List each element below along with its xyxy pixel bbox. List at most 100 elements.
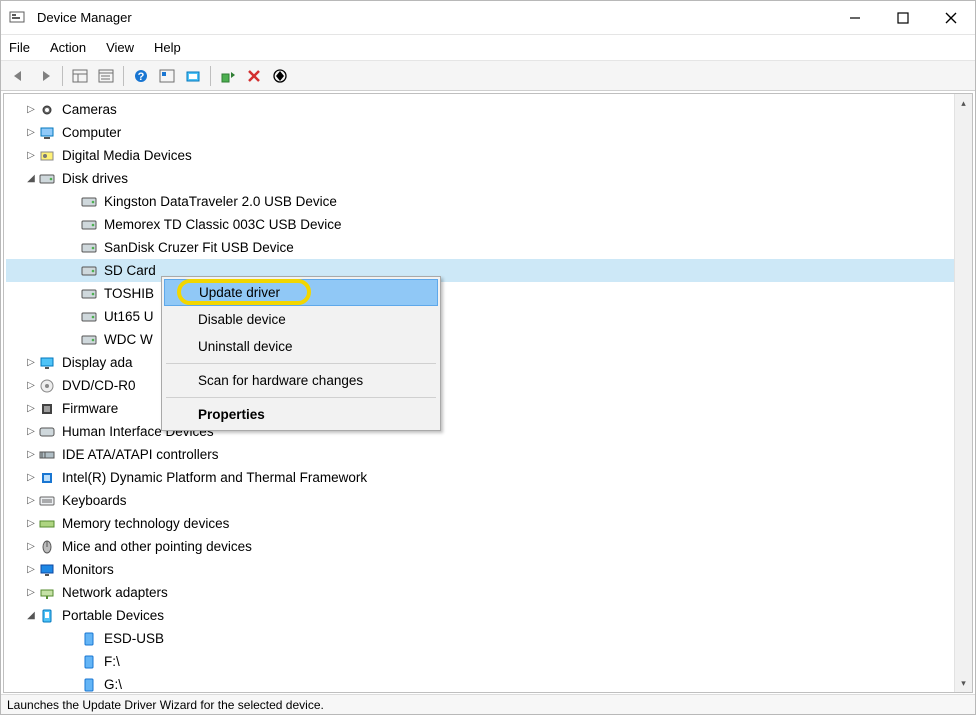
tree-item[interactable]: Ut165 U: [6, 305, 972, 328]
tree-item[interactable]: ▷Memory technology devices: [6, 512, 972, 535]
scan-button[interactable]: [181, 64, 205, 88]
maximize-button[interactable]: [879, 1, 927, 35]
tree-item[interactable]: ◢Portable Devices: [6, 604, 972, 627]
scroll-up-icon[interactable]: ▴: [955, 94, 972, 112]
update-driver-button[interactable]: [216, 64, 240, 88]
tree-item-label: Display ada: [62, 355, 141, 370]
device-icon: [38, 355, 56, 371]
tree-item[interactable]: TOSHIB: [6, 282, 972, 305]
context-menu: Update driver Disable device Uninstall d…: [161, 276, 441, 431]
tree-item[interactable]: ▷Firmware: [6, 397, 972, 420]
action-props-button[interactable]: [155, 64, 179, 88]
menu-view[interactable]: View: [106, 40, 134, 55]
tree-item-label: Monitors: [62, 562, 122, 577]
tree-item[interactable]: ▷DVD/CD-R0: [6, 374, 972, 397]
device-tree-container: ▷Cameras▷Computer▷Digital Media Devices◢…: [3, 93, 973, 693]
expand-caret-icon[interactable]: ▷: [24, 495, 38, 506]
menu-action[interactable]: Action: [50, 40, 86, 55]
expand-caret-icon[interactable]: ▷: [24, 587, 38, 598]
device-icon: [38, 493, 56, 509]
cm-uninstall-device[interactable]: Uninstall device: [164, 333, 438, 360]
tree-item[interactable]: ▷Cameras: [6, 98, 972, 121]
cm-disable-device[interactable]: Disable device: [164, 306, 438, 333]
tree-item[interactable]: Memorex TD Classic 003C USB Device: [6, 213, 972, 236]
device-tree[interactable]: ▷Cameras▷Computer▷Digital Media Devices◢…: [4, 94, 972, 692]
tree-item-label: TOSHIB: [104, 286, 162, 301]
cm-label: Uninstall device: [198, 339, 293, 354]
minimize-button[interactable]: [831, 1, 879, 35]
help-button[interactable]: ?: [129, 64, 153, 88]
tree-item[interactable]: ▷ Mice and other pointing devices: [6, 535, 972, 558]
expand-caret-icon[interactable]: ▷: [24, 403, 38, 414]
menubar: File Action View Help: [1, 35, 975, 61]
back-button[interactable]: [7, 64, 31, 88]
expand-caret-icon[interactable]: ◢: [24, 173, 38, 184]
menu-help[interactable]: Help: [154, 40, 181, 55]
uninstall-button[interactable]: [242, 64, 266, 88]
expand-caret-icon[interactable]: ▷: [24, 127, 38, 138]
expand-caret-icon[interactable]: ▷: [24, 564, 38, 575]
tree-item[interactable]: ▷IDE ATA/ATAPI controllers: [6, 443, 972, 466]
device-icon: [80, 654, 98, 670]
scroll-down-icon[interactable]: ▾: [955, 674, 972, 692]
tree-item[interactable]: ▷Keyboards: [6, 489, 972, 512]
window-controls: [831, 1, 975, 35]
device-icon: [38, 470, 56, 486]
tree-item[interactable]: F:\: [6, 650, 972, 673]
tree-item[interactable]: ▷Intel(R) Dynamic Platform and Thermal F…: [6, 466, 972, 489]
show-hide-tree-button[interactable]: [68, 64, 92, 88]
tree-item[interactable]: ▷Network adapters: [6, 581, 972, 604]
tree-item[interactable]: ▷Human Interface Devices: [6, 420, 972, 443]
menu-file[interactable]: File: [9, 40, 30, 55]
cm-label: Update driver: [199, 285, 280, 300]
expand-caret-icon[interactable]: ▷: [24, 357, 38, 368]
device-icon: [80, 217, 98, 233]
expand-caret-icon[interactable]: ▷: [24, 541, 38, 552]
forward-button[interactable]: [33, 64, 57, 88]
expand-caret-icon[interactable]: ▷: [24, 380, 38, 391]
tree-item-label: Digital Media Devices: [62, 148, 200, 163]
cm-properties[interactable]: Properties: [164, 401, 438, 428]
expand-caret-icon[interactable]: ▷: [24, 472, 38, 483]
scrollbar-v[interactable]: ▴ ▾: [954, 94, 972, 692]
status-text: Launches the Update Driver Wizard for th…: [7, 698, 324, 712]
tree-item[interactable]: Kingston DataTraveler 2.0 USB Device: [6, 190, 972, 213]
tree-item[interactable]: ▷ Monitors: [6, 558, 972, 581]
tree-item[interactable]: ▷ Digital Media Devices: [6, 144, 972, 167]
expand-caret-icon[interactable]: ▷: [24, 449, 38, 460]
device-icon: [38, 148, 56, 164]
tree-item-label: WDC W: [104, 332, 161, 347]
tree-item-label: Mice and other pointing devices: [62, 539, 260, 554]
tree-item[interactable]: ▷ Display ada: [6, 351, 972, 374]
expand-caret-icon[interactable]: ▷: [24, 150, 38, 161]
tree-item-label: Kingston DataTraveler 2.0 USB Device: [104, 194, 345, 209]
tree-item[interactable]: ESD-USB: [6, 627, 972, 650]
cm-scan[interactable]: Scan for hardware changes: [164, 367, 438, 394]
tree-item[interactable]: ▷Computer: [6, 121, 972, 144]
device-icon: [80, 332, 98, 348]
tree-item-label: SD Card: [104, 263, 164, 278]
tree-item[interactable]: SanDisk Cruzer Fit USB Device: [6, 236, 972, 259]
expand-caret-icon[interactable]: ▷: [24, 104, 38, 115]
close-button[interactable]: [927, 1, 975, 35]
disable-button[interactable]: [268, 64, 292, 88]
cm-update-driver[interactable]: Update driver: [164, 279, 438, 306]
expand-caret-icon[interactable]: ◢: [24, 610, 38, 621]
device-icon: [38, 401, 56, 417]
app-icon: [9, 9, 27, 27]
tree-item[interactable]: SD Card: [6, 259, 972, 282]
device-icon: [80, 631, 98, 647]
properties-button[interactable]: [94, 64, 118, 88]
device-icon: [38, 102, 56, 118]
tree-item[interactable]: G:\: [6, 673, 972, 692]
status-bar: Launches the Update Driver Wizard for th…: [1, 694, 975, 714]
device-icon: [80, 677, 98, 693]
expand-caret-icon[interactable]: ▷: [24, 518, 38, 529]
device-icon: [38, 447, 56, 463]
tree-item-label: F:\: [104, 654, 128, 669]
expand-caret-icon[interactable]: ▷: [24, 426, 38, 437]
tree-item[interactable]: WDC W: [6, 328, 972, 351]
device-icon: [80, 194, 98, 210]
tree-item[interactable]: ◢Disk drives: [6, 167, 972, 190]
cm-separator: [166, 397, 436, 398]
